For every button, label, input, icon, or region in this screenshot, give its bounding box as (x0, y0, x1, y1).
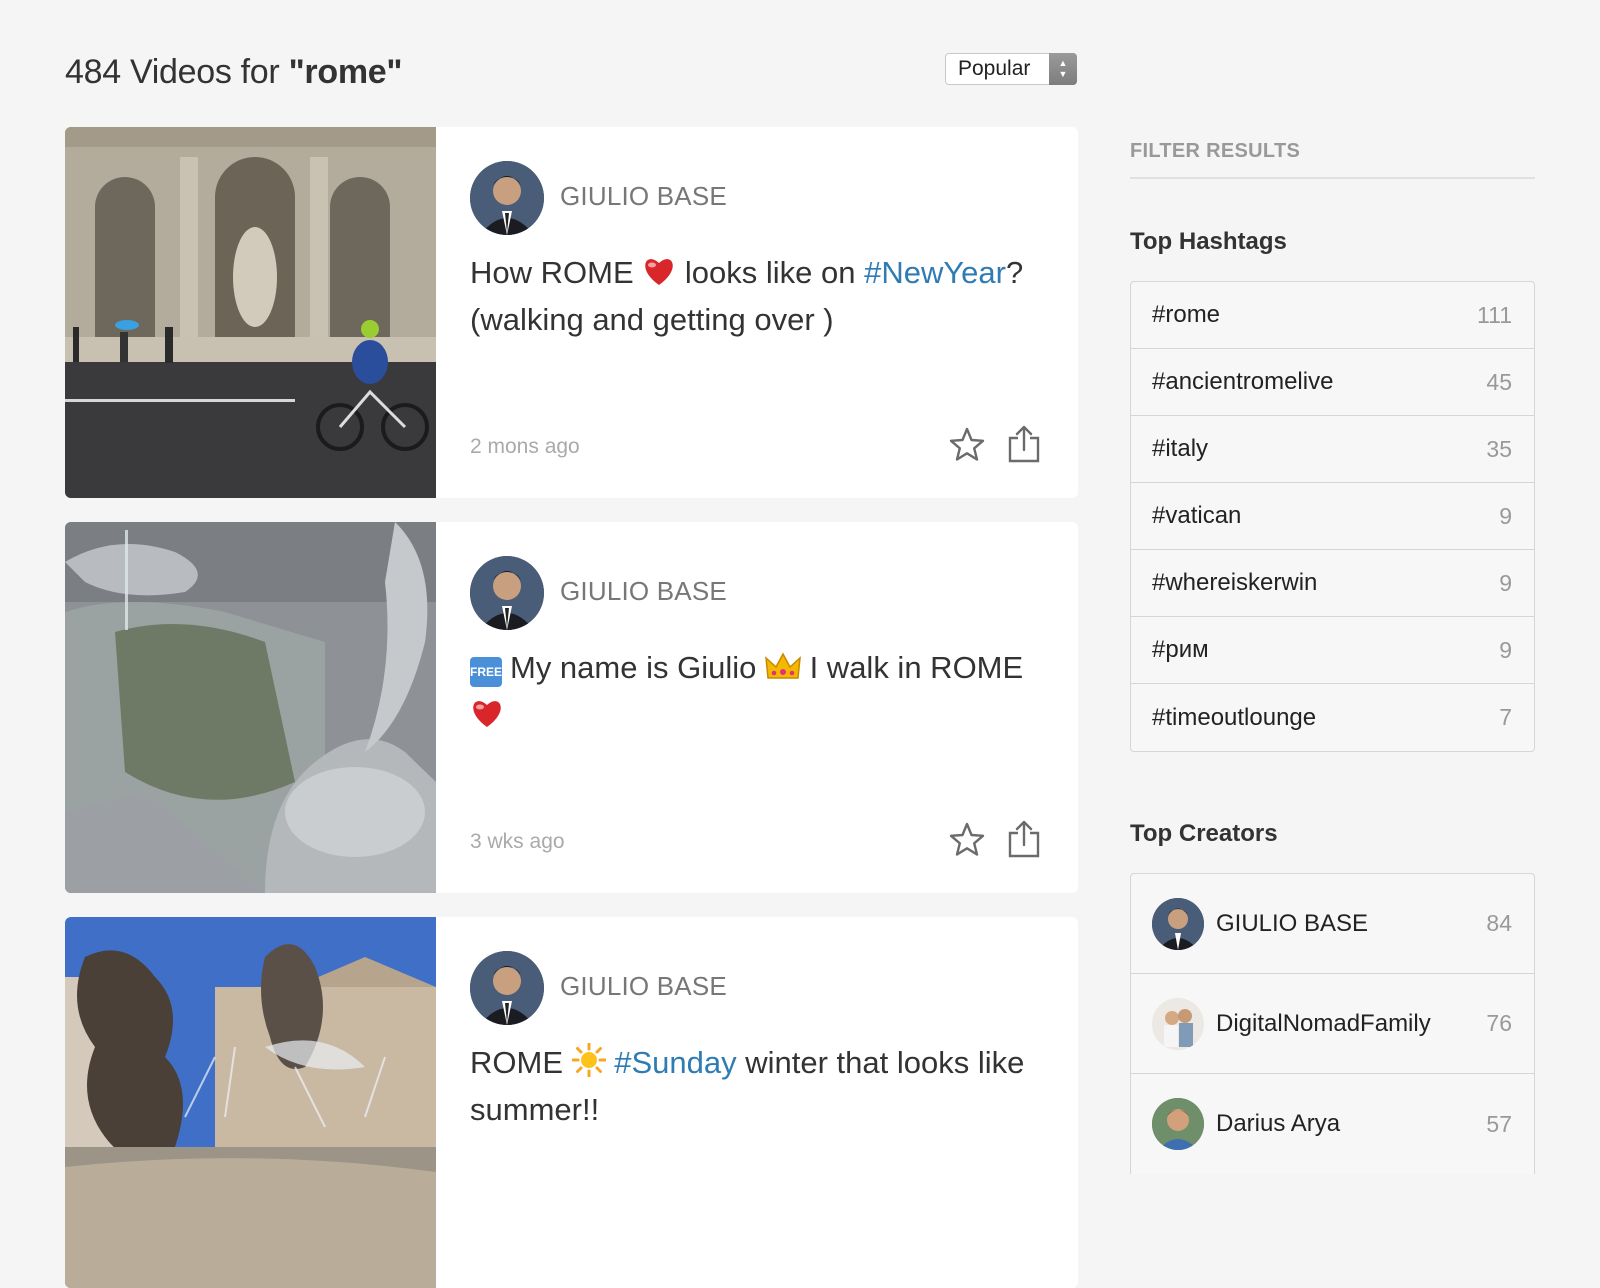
creator-item[interactable]: GIULIO BASE 84 (1131, 874, 1534, 974)
video-thumbnail[interactable] (65, 127, 436, 498)
creator-count: 57 (1486, 1110, 1512, 1137)
results-header: 484 Videos for "rome" (65, 48, 402, 98)
filter-results-title: FILTER RESULTS (1130, 140, 1535, 179)
video-card-body: GIULIO BASE How ROME looks like on #NewY… (436, 127, 1078, 498)
creator-avatar (1152, 997, 1204, 1050)
author-avatar[interactable] (470, 556, 544, 630)
creator-item[interactable]: DigitalNomadFamily 76 (1131, 974, 1534, 1074)
sort-select[interactable]: Popular ▲ ▼ (945, 53, 1077, 85)
results-count: 484 Videos for (65, 53, 289, 91)
creator-name: DigitalNomadFamily (1216, 1009, 1431, 1037)
author-name[interactable]: GIULIO BASE (560, 181, 727, 212)
creator-name: GIULIO BASE (1216, 909, 1369, 937)
share-icon (1008, 425, 1040, 463)
hashtag-item[interactable]: #рим 9 (1131, 617, 1534, 684)
author-avatar[interactable] (470, 161, 544, 235)
top-creators-list: GIULIO BASE 84 DigitalNomadFamily 76 Dar… (1130, 873, 1535, 1174)
creator-item[interactable]: Darius Arya 57 (1131, 1074, 1534, 1174)
top-hashtags-list: #rome 111 #ancientromelive 45 #italy 35 #va… (1130, 281, 1535, 752)
top-hashtags-title: Top Hashtags (1130, 228, 1287, 255)
share-icon (1008, 820, 1040, 858)
video-card[interactable]: GIULIO BASE FREE My name is Giulio I walk… (65, 522, 1078, 893)
video-caption: ROME #Sunday winter that looks like summ… (470, 1042, 1025, 1127)
heart-icon (642, 255, 676, 298)
fountain-thumbnail-image (65, 127, 436, 498)
hashtag-item[interactable]: #whereiskerwin 9 (1131, 550, 1534, 617)
creator-count: 84 (1486, 910, 1512, 936)
creator-count: 76 (1486, 1010, 1512, 1036)
creator-avatar (1152, 1098, 1204, 1150)
chevron-up-down-icon: ▲ ▼ (1049, 53, 1077, 85)
video-caption: How ROME looks like on #NewYear? (walking… (470, 255, 1024, 337)
video-caption: FREE My name is Giulio I walk in ROME (470, 646, 1042, 740)
video-timestamp: 2 mons ago (470, 435, 580, 458)
hashtag-item[interactable]: #ancientromelive 45 (1131, 349, 1534, 416)
search-query: "rome" (288, 53, 403, 91)
star-icon (949, 427, 985, 461)
hashtag-item[interactable]: #rome 111 (1131, 282, 1534, 349)
caption-hashtag-link[interactable]: #Sunday (614, 1045, 736, 1080)
free-badge-icon: FREE (470, 657, 502, 687)
crown-icon (765, 650, 801, 693)
video-card-body: GIULIO BASE FREE My name is Giulio I walk… (436, 522, 1078, 893)
top-creators-title: Top Creators (1130, 820, 1278, 847)
hashtag-item[interactable]: #italy 35 (1131, 416, 1534, 483)
statue-fountain-thumbnail-image (65, 522, 436, 893)
video-timestamp: 3 wks ago (470, 830, 565, 853)
hashtag-item[interactable]: #vatican 9 (1131, 483, 1534, 550)
filter-sidebar: FILTER RESULTS Top Hashtags #rome 111 #an… (1130, 130, 1535, 1174)
favorite-button[interactable] (948, 426, 986, 464)
results-title: 484 Videos for "rome" (65, 48, 402, 96)
author-name[interactable]: GIULIO BASE (560, 576, 727, 607)
author-name[interactable]: GIULIO BASE (560, 971, 727, 1002)
share-button[interactable] (1006, 424, 1042, 464)
share-button[interactable] (1006, 819, 1042, 859)
creator-avatar (1152, 897, 1204, 950)
star-icon (949, 822, 985, 856)
video-card[interactable]: GIULIO BASE How ROME looks like on #NewY… (65, 127, 1078, 498)
video-thumbnail[interactable] (65, 522, 436, 893)
heart-icon (470, 697, 504, 740)
favorite-button[interactable] (948, 821, 986, 859)
creator-name: Darius Arya (1216, 1110, 1341, 1137)
sort-select-value: Popular (958, 57, 1031, 80)
video-card[interactable]: GIULIO BASE ROME #Sunday winter that loo… (65, 917, 1078, 1288)
author-avatar[interactable] (470, 951, 544, 1025)
hashtag-item[interactable]: #timeoutlounge 7 (1131, 684, 1534, 751)
sun-icon (571, 1042, 607, 1088)
naiads-fountain-thumbnail-image (65, 917, 436, 1288)
caption-hashtag-link[interactable]: #NewYear (864, 255, 1006, 290)
video-thumbnail[interactable] (65, 917, 436, 1288)
video-card-body: GIULIO BASE ROME #Sunday winter that loo… (436, 917, 1078, 1288)
